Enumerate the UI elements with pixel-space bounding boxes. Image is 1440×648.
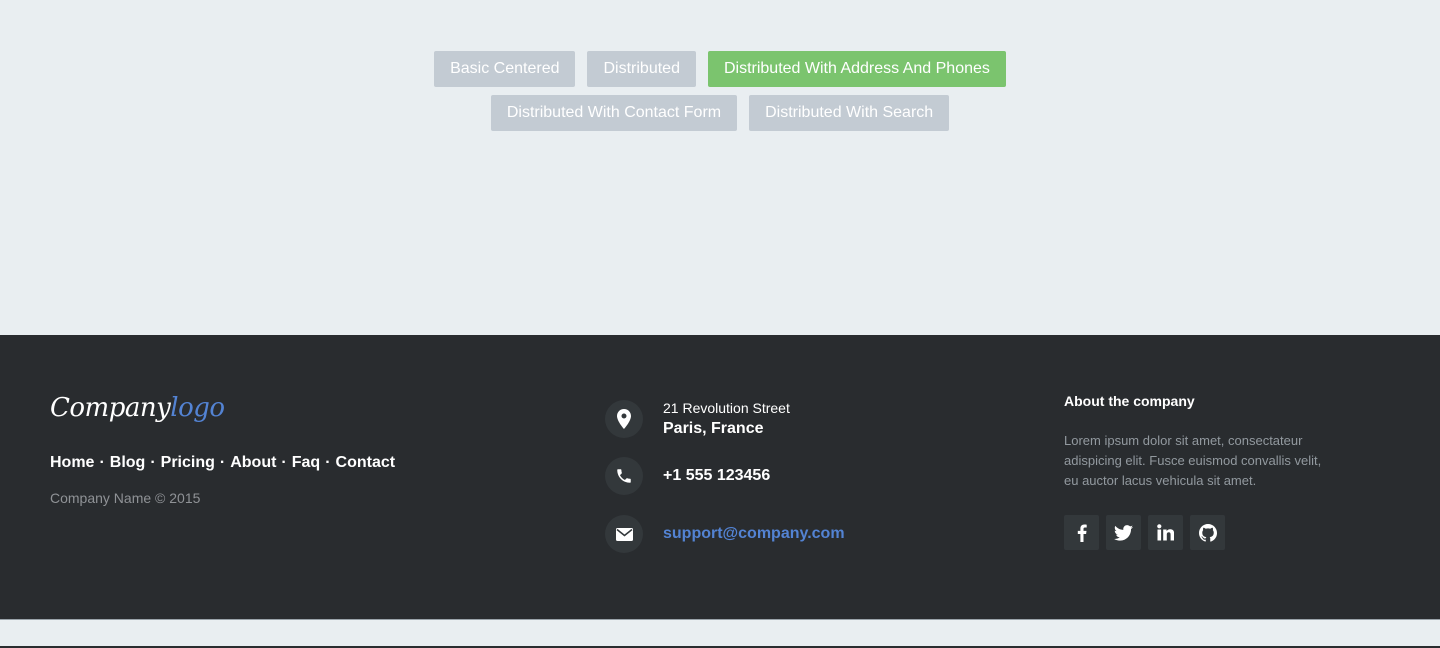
footer-link-blog[interactable]: Blog bbox=[110, 454, 146, 472]
page: Basic Centered Distributed Distributed W… bbox=[0, 0, 1440, 648]
linkedin-icon[interactable] bbox=[1148, 515, 1183, 550]
phone-item: +1 555 123456 bbox=[605, 457, 770, 495]
envelope-icon bbox=[605, 515, 643, 553]
footer-link-pricing[interactable]: Pricing bbox=[161, 454, 215, 472]
address-city: Paris, France bbox=[663, 420, 764, 437]
github-icon[interactable] bbox=[1190, 515, 1225, 550]
email-item: support@company.com bbox=[605, 515, 845, 553]
variant-buttons-row-2: Distributed With Contact Form Distribute… bbox=[0, 95, 1440, 131]
footer-nav-links: Home · Blog · Pricing · About · Faq · Co… bbox=[50, 454, 395, 472]
variant-search-button[interactable]: Distributed With Search bbox=[749, 95, 950, 131]
phone-number: +1 555 123456 bbox=[663, 467, 771, 484]
footer-link-faq[interactable]: Faq bbox=[292, 454, 320, 472]
about-title: About the company bbox=[1064, 393, 1195, 409]
logo-accent-text: logo bbox=[170, 393, 225, 423]
link-separator: · bbox=[281, 454, 287, 471]
phone-icon bbox=[605, 457, 643, 495]
variant-buttons-row-1: Basic Centered Distributed Distributed W… bbox=[0, 51, 1440, 87]
twitter-icon[interactable] bbox=[1106, 515, 1141, 550]
address-street: 21 Revolution Street bbox=[663, 400, 790, 416]
about-text: Lorem ipsum dolor sit amet, consectateur… bbox=[1064, 433, 1322, 488]
footer-link-about[interactable]: About bbox=[230, 454, 276, 472]
variant-basic-centered-button[interactable]: Basic Centered bbox=[434, 51, 576, 87]
link-separator: · bbox=[219, 454, 226, 471]
link-separator: · bbox=[99, 454, 105, 471]
facebook-icon[interactable] bbox=[1064, 515, 1099, 550]
address-item: 21 Revolution Street Paris, France bbox=[605, 400, 790, 438]
variant-distributed-button[interactable]: Distributed bbox=[587, 51, 696, 87]
support-email-link[interactable]: support@company.com bbox=[663, 525, 845, 542]
footer-link-contact[interactable]: Contact bbox=[336, 454, 396, 472]
variant-address-phones-button[interactable]: Distributed With Address And Phones bbox=[707, 51, 1006, 87]
bottom-strip bbox=[0, 620, 1440, 646]
logo-main-text: Company bbox=[50, 393, 171, 423]
copyright-text: Company Name © 2015 bbox=[50, 490, 201, 506]
footer-link-home[interactable]: Home bbox=[50, 454, 94, 472]
link-separator: · bbox=[325, 454, 331, 471]
map-marker-icon bbox=[605, 400, 643, 438]
link-separator: · bbox=[150, 454, 156, 471]
variant-contact-form-button[interactable]: Distributed With Contact Form bbox=[490, 95, 738, 131]
company-logo[interactable]: Companylogo bbox=[50, 393, 225, 423]
footer: Companylogo Home · Blog · Pricing · Abou… bbox=[0, 335, 1440, 620]
social-links bbox=[1064, 515, 1225, 550]
